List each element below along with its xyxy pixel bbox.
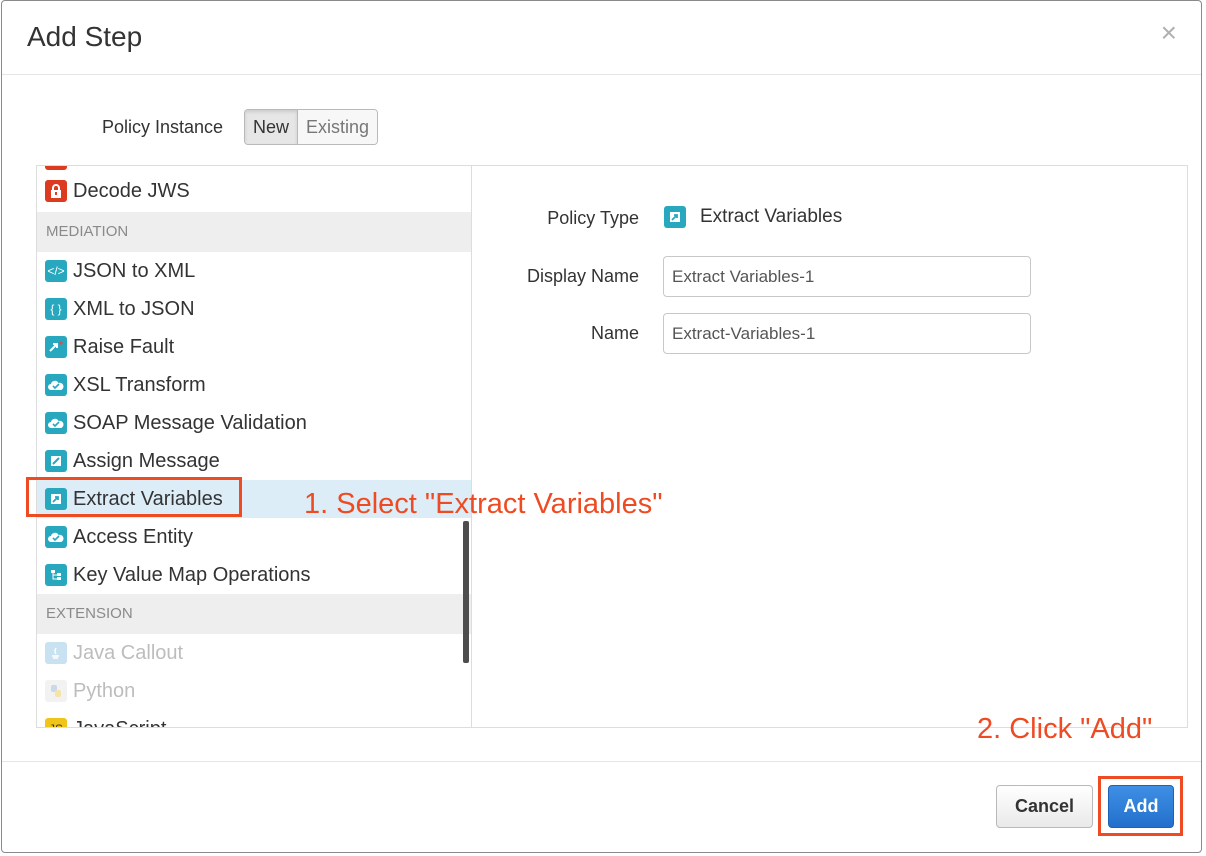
step1-annotation: 1. Select "Extract Variables" (304, 488, 663, 520)
list-item-python: Python (37, 672, 471, 710)
policy-instance-toggle: New Existing (244, 109, 379, 145)
cancel-button[interactable]: Cancel (996, 785, 1093, 828)
code-icon: </> (45, 260, 67, 282)
list-item-json-to-xml[interactable]: </> JSON to XML (37, 252, 471, 290)
toggle-existing[interactable]: Existing (298, 110, 378, 144)
list-item-soap-message-validation[interactable]: SOAP Message Validation (37, 404, 471, 442)
name-field[interactable] (663, 313, 1031, 354)
cloud-check-icon (45, 412, 67, 434)
list-item-key-value-map-operations[interactable]: Key Value Map Operations (37, 556, 471, 594)
list-item-decode-jws[interactable]: Decode JWS (37, 172, 471, 210)
display-name-label: Display Name (526, 266, 639, 286)
list-item-label: JavaScript (73, 718, 166, 728)
python-icon (45, 680, 67, 702)
fault-icon (45, 336, 67, 358)
list-item-label: Java Callout (73, 641, 184, 664)
list-item-label: Decode JWS (73, 179, 190, 202)
policy-type-value: Extract Variables (664, 206, 842, 228)
toggle-new[interactable]: New (245, 110, 299, 144)
list-item-xml-to-json[interactable]: { } XML to JSON (37, 290, 471, 328)
list-item-label: Assign Message (73, 449, 220, 472)
section-extension: EXTENSION (37, 594, 471, 634)
policy-list: Decode JWS MEDIATION </> JSON to XML { }… (37, 166, 472, 727)
list-item-javascript[interactable]: JS JavaScript (37, 710, 471, 727)
list-item-label: XSL Transform (73, 373, 206, 396)
step2-annotation: 2. Click "Add" (977, 713, 1153, 745)
list-item-xsl-transform[interactable]: XSL Transform (37, 366, 471, 404)
name-label: Name (590, 323, 639, 343)
pencil-icon (45, 450, 67, 472)
list-item-label: Python (73, 679, 136, 702)
list-item-label: Access Entity (73, 525, 194, 548)
lock-icon (45, 180, 67, 202)
add-step-dialog: Add Step × Policy Instance New Existing … (1, 0, 1202, 853)
list-item-java-callout: Java Callout (37, 634, 471, 672)
list-item-access-entity[interactable]: Access Entity (37, 518, 471, 556)
cloud-check-icon (45, 526, 67, 548)
list-item-label: XML to JSON (73, 297, 195, 320)
list-scrollbar[interactable] (463, 521, 469, 663)
braces-icon: { } (45, 298, 67, 320)
policy-type-text: Extract Variables (700, 206, 843, 227)
close-icon[interactable]: × (1161, 19, 1177, 47)
cloud-check-icon (45, 374, 67, 396)
step2-highlight-box (1098, 776, 1183, 836)
dialog-title: Add Step (27, 21, 143, 52)
list-item-label: JSON to XML (73, 259, 196, 282)
js-icon: JS (45, 718, 67, 727)
display-name-field[interactable] (663, 256, 1031, 297)
list-item-raise-fault[interactable]: Raise Fault (37, 328, 471, 366)
step1-highlight-box (26, 477, 242, 517)
dialog-header: Add Step × (2, 1, 1201, 75)
policy-instance-label: Policy Instance (102, 117, 224, 137)
list-item-label: Key Value Map Operations (73, 563, 311, 586)
list-item-assign-message[interactable]: Assign Message (37, 442, 471, 480)
section-mediation: MEDIATION (37, 212, 471, 252)
list-item-label: Raise Fault (73, 335, 175, 358)
policy-type-label: Policy Type (547, 208, 639, 228)
partial-icon (45, 166, 67, 170)
list-item-label: SOAP Message Validation (73, 411, 307, 434)
java-icon (45, 642, 67, 664)
tree-icon (45, 564, 67, 586)
extract-icon (664, 206, 686, 228)
policy-panel: Decode JWS MEDIATION </> JSON to XML { }… (36, 165, 1188, 728)
